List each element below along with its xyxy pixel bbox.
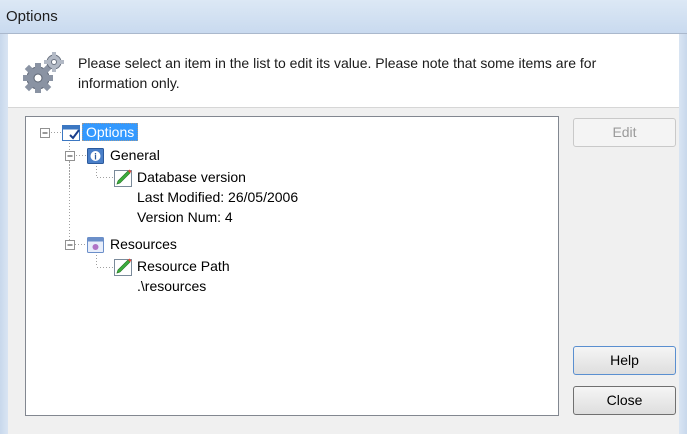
tree-node-database-version[interactable]: Database version [137,169,246,185]
resources-icon [87,237,104,253]
window-frame-left [0,34,8,434]
gears-icon [23,52,64,93]
tree-node-options[interactable]: Options [82,123,139,141]
svg-text:i: i [94,152,97,162]
pencil-icon [114,258,132,276]
tree-detail-version-num: Version Num: 4 [137,209,233,225]
options-tree[interactable]: i Options General Database version Last … [25,116,559,416]
help-button[interactable]: Help [573,346,676,375]
window-frame-right [679,34,687,434]
edit-button[interactable]: Edit [573,118,676,147]
resources-collapse-toggle[interactable] [65,240,75,250]
tree-node-general[interactable]: General [110,147,160,163]
info-icon: i [87,148,104,164]
window-title: Options [6,8,58,25]
checked-window-icon [62,125,80,141]
pencil-icon [114,169,132,187]
general-collapse-toggle[interactable] [65,151,75,161]
instruction-text: Please select an item in the list to edi… [78,55,597,91]
tree-detail-last-modified: Last Modified: 26/05/2006 [137,189,299,205]
tree-detail-resource-path-value: .\resources [137,278,207,294]
root-collapse-toggle[interactable] [40,128,50,138]
tree-node-resource-path[interactable]: Resource Path [137,258,230,274]
tree-node-resources[interactable]: Resources [110,236,177,252]
tree-connector-lines: i [40,125,132,276]
close-button[interactable]: Close [573,386,676,415]
title-bar[interactable]: Options [0,0,687,34]
